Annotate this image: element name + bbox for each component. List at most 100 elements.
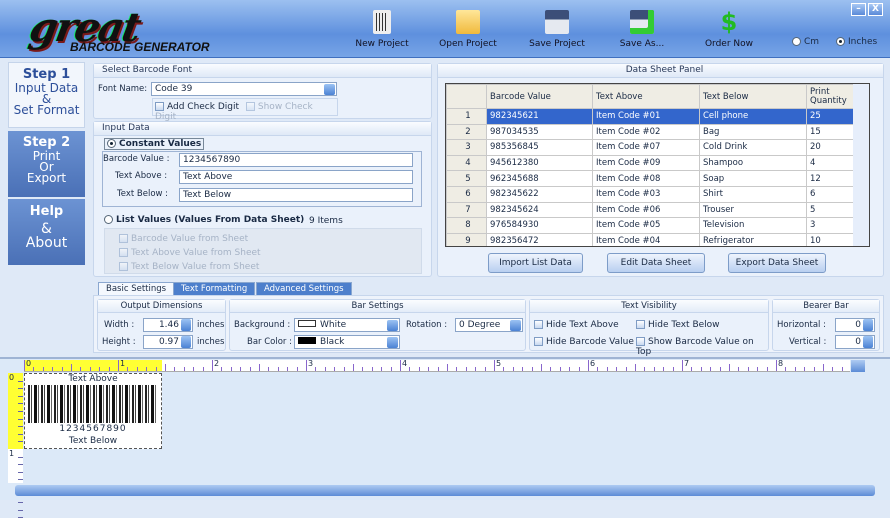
table-row[interactable]: 8 976584930 Item Code #05 Television 3: [446, 217, 854, 234]
table-cell[interactable]: Item Code #09: [592, 154, 700, 172]
table-cell[interactable]: Item Code #07: [592, 139, 700, 156]
table-row[interactable]: 4 945612380 Item Code #09 Shampoo 4: [446, 154, 854, 172]
constant-values-radio[interactable]: Constant Values: [104, 138, 205, 150]
table-cell[interactable]: Television: [699, 217, 807, 234]
hide-text-above-checkbox[interactable]: Hide Text Above: [534, 320, 619, 330]
table-row[interactable]: 5 962345688 Item Code #08 Soap 12: [446, 170, 854, 187]
vertical-scroll-up[interactable]: [851, 360, 865, 372]
text-above-input[interactable]: Text Above: [179, 170, 413, 184]
tab-basic-settings[interactable]: Basic Settings: [98, 282, 175, 295]
table-cell[interactable]: Item Code #01: [592, 108, 700, 125]
table-row[interactable]: 9 982356472 Item Code #04 Refrigerator 10: [446, 232, 854, 246]
ruler-major-tick: [118, 360, 119, 371]
ruler-label: 0: [26, 359, 32, 368]
table-cell[interactable]: 5: [806, 201, 854, 219]
table-row[interactable]: 2 987034535 Item Code #02 Bag 15: [446, 123, 854, 141]
table-cell[interactable]: Item Code #04: [592, 232, 700, 246]
save-project-button[interactable]: Save Project: [517, 10, 597, 49]
above-from-sheet-checkbox[interactable]: Text Above Value from Sheet: [119, 246, 407, 260]
table-cell[interactable]: 25: [806, 108, 854, 125]
table-cell[interactable]: Item Code #05: [592, 217, 700, 234]
hide-text-below-checkbox[interactable]: Hide Text Below: [636, 320, 720, 330]
table-cell[interactable]: Shampoo: [699, 154, 807, 172]
tab-text-formatting[interactable]: Text Formatting: [173, 282, 256, 295]
table-cell[interactable]: Item Code #08: [592, 170, 700, 187]
table-row[interactable]: 3 985356845 Item Code #07 Cold Drink 20: [446, 139, 854, 156]
rotation-select[interactable]: 0 Degree: [455, 318, 523, 332]
close-button[interactable]: X: [868, 3, 883, 16]
background-select[interactable]: White: [294, 318, 400, 332]
table-cell[interactable]: 945612380: [486, 154, 593, 172]
order-now-button[interactable]: $ Order Now: [689, 10, 769, 49]
table-cell[interactable]: Soap: [699, 170, 807, 187]
unit-cm-radio[interactable]: Cm: [792, 37, 819, 47]
table-cell[interactable]: Item Code #02: [592, 123, 700, 141]
barcode-label-preview[interactable]: Text Above 1234567890 Text Below: [24, 373, 162, 449]
minimize-button[interactable]: –: [851, 3, 866, 16]
height-spinner[interactable]: 0.97: [143, 335, 193, 349]
table-cell[interactable]: 976584930: [486, 217, 593, 234]
save-as-button[interactable]: Save As...: [602, 10, 682, 49]
table-row[interactable]: 1 982345621 Item Code #01 Cell phone 25: [446, 108, 854, 125]
export-data-sheet-button[interactable]: Export Data Sheet: [728, 253, 826, 273]
show-value-on-top-checkbox[interactable]: Show Barcode Value on Top: [636, 337, 768, 357]
font-name-select[interactable]: Code 39: [151, 82, 337, 96]
table-cell[interactable]: 982356472: [486, 232, 593, 246]
table-cell[interactable]: 982345624: [486, 201, 593, 219]
edit-data-sheet-button[interactable]: Edit Data Sheet: [607, 253, 705, 273]
import-list-data-button[interactable]: Import List Data: [488, 253, 583, 273]
table-cell[interactable]: 962345688: [486, 170, 593, 187]
barcode-value-input[interactable]: 1234567890: [179, 153, 413, 167]
tab-advanced-settings[interactable]: Advanced Settings: [256, 282, 352, 295]
new-project-icon: [373, 10, 391, 34]
table-cell[interactable]: 982345622: [486, 185, 593, 203]
table-cell[interactable]: Item Code #06: [592, 201, 700, 219]
table-row[interactable]: 6 982345622 Item Code #03 Shirt 6: [446, 185, 854, 203]
unit-inches-radio[interactable]: Inches: [836, 37, 877, 47]
table-cell[interactable]: 985356845: [486, 139, 593, 156]
list-values-radio[interactable]: List Values (Values From Data Sheet): [104, 215, 304, 225]
bar-color-select[interactable]: Black: [294, 335, 400, 349]
table-cell[interactable]: 3: [806, 217, 854, 234]
width-spinner[interactable]: 1.46: [143, 318, 193, 332]
table-cell[interactable]: Shirt: [699, 185, 807, 203]
table-cell[interactable]: 12: [806, 170, 854, 187]
row-header: 3: [446, 139, 487, 156]
table-cell[interactable]: 987034535: [486, 123, 593, 141]
table-cell[interactable]: Item Code #03: [592, 185, 700, 203]
table-row[interactable]: 7 982345624 Item Code #06 Trouser 5: [446, 201, 854, 219]
open-project-button[interactable]: Open Project: [428, 10, 508, 49]
table-cell[interactable]: Bag: [699, 123, 807, 141]
nav-help[interactable]: Help & About: [8, 199, 85, 265]
table-cell[interactable]: 20: [806, 139, 854, 156]
bearer-bar-group: Bearer Bar Horizontal : 0 Vertical : 0: [772, 299, 880, 351]
data-grid[interactable]: Barcode Value Text Above Text Below Print Q…: [446, 84, 854, 246]
nav-step2[interactable]: Step 2 Print Or Export: [8, 131, 85, 197]
table-cell[interactable]: Refrigerator: [699, 232, 807, 246]
nav-step1[interactable]: Step 1 Input Data & Set Format: [8, 62, 85, 128]
table-cell[interactable]: 982345621: [486, 108, 593, 125]
row-header: 8: [446, 217, 487, 234]
horizontal-scrollbar[interactable]: [15, 485, 875, 496]
table-cell[interactable]: Trouser: [699, 201, 807, 219]
hide-barcode-value-checkbox[interactable]: Hide Barcode Value: [534, 337, 634, 347]
chevron-down-icon: [324, 84, 335, 95]
text-below-input[interactable]: Text Below: [179, 188, 413, 202]
table-cell[interactable]: Cold Drink: [699, 139, 807, 156]
table-cell[interactable]: 6: [806, 185, 854, 203]
barcode-from-sheet-checkbox[interactable]: Barcode Value from Sheet: [119, 232, 407, 246]
new-project-button[interactable]: New Project: [342, 10, 422, 49]
horizontal-spinner[interactable]: 0: [835, 318, 875, 332]
table-cell[interactable]: 4: [806, 154, 854, 172]
ruler-label: 6: [590, 359, 596, 368]
output-dimensions-group: Output Dimensions Width : 1.46 inches He…: [97, 299, 226, 351]
table-cell[interactable]: Cell phone: [699, 108, 807, 125]
vertical-spinner[interactable]: 0: [835, 335, 875, 349]
add-check-digit-checkbox[interactable]: Add Check Digit: [155, 102, 239, 112]
grid-scrollbar[interactable]: [853, 84, 869, 246]
row-header: 9: [446, 232, 487, 246]
below-from-sheet-checkbox[interactable]: Text Below Value from Sheet: [119, 260, 407, 274]
table-cell[interactable]: 15: [806, 123, 854, 141]
table-cell[interactable]: 10: [806, 232, 854, 246]
barcode-image: [28, 385, 158, 423]
